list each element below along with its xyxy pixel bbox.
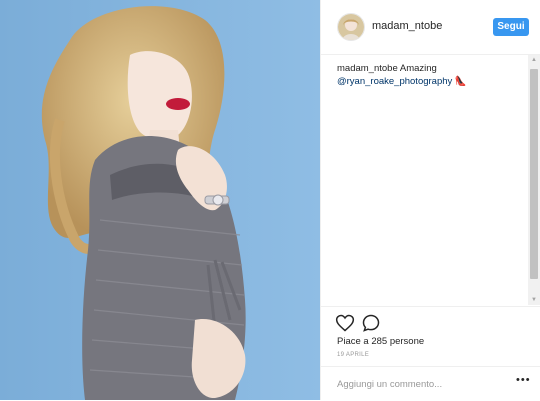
scroll-up-arrow-icon[interactable]: ▲ [528,55,540,65]
comment-icon[interactable] [361,313,381,338]
follow-button[interactable]: Segui [493,18,529,36]
caption-emoji: 👠 [454,76,467,87]
caption-text: Amazing [399,63,437,74]
portrait-image [0,0,320,400]
avatar[interactable] [337,13,365,41]
post-date: 19 APRILE [337,352,370,358]
more-options-icon[interactable]: ••• [516,374,531,386]
post-header: madam_ntobe Segui [321,0,540,55]
post-sidebar: madam_ntobe Segui madam_ntobe Amazing @r… [320,0,540,400]
caption: madam_ntobe Amazing @ryan_roake_photogra… [337,62,507,88]
caption-scrollbar[interactable]: ▲ ▼ [528,55,540,305]
caption-username[interactable]: madam_ntobe [337,63,398,74]
comment-bar: ••• [321,366,540,401]
username-link[interactable]: madam_ntobe [372,20,442,32]
post-photo[interactable] [0,0,320,400]
caption-mention-link[interactable]: @ryan_roake_photography [337,76,452,87]
scroll-down-arrow-icon[interactable]: ▼ [528,295,540,305]
likes-count[interactable]: Piace a 285 persone [337,336,424,347]
avatar-image [338,14,364,40]
comment-input[interactable] [335,376,489,392]
heart-icon[interactable] [335,313,355,338]
scroll-thumb[interactable] [530,69,538,279]
